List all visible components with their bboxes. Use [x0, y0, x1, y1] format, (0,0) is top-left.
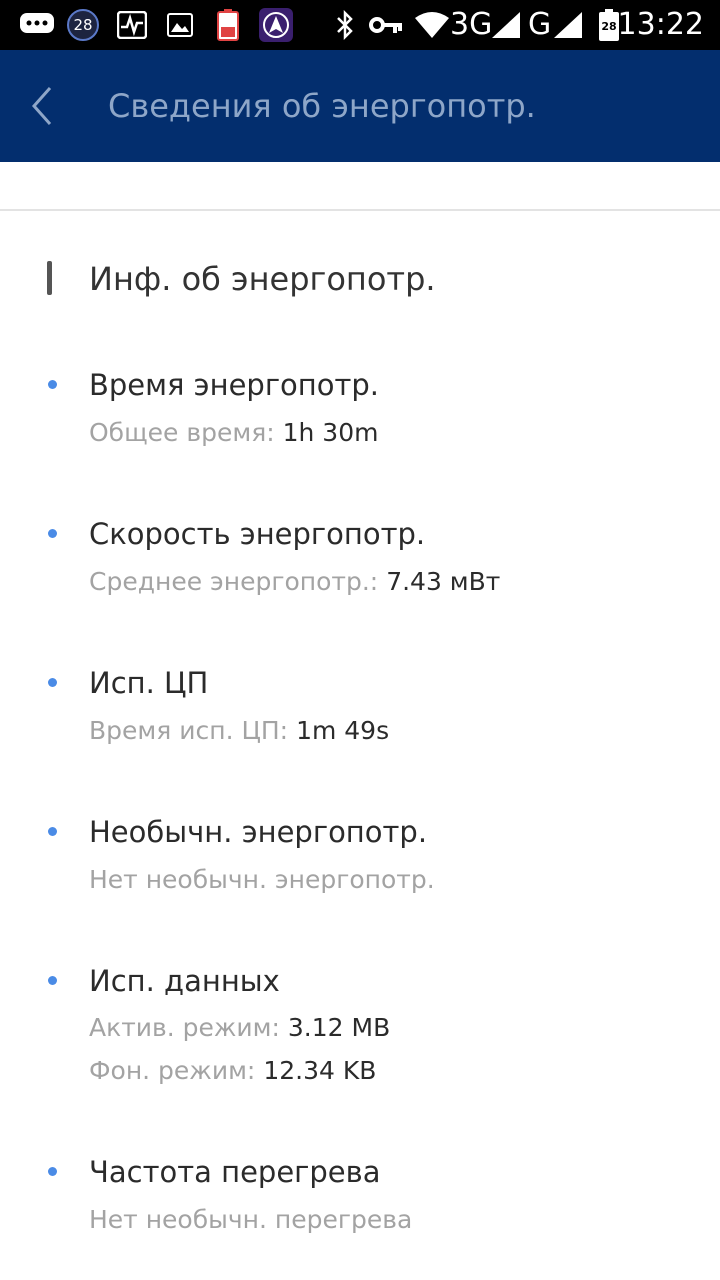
app-a-icon: [258, 8, 294, 42]
bullet-dot: [48, 976, 57, 985]
detail-value: 3.12 MB: [287, 1013, 391, 1042]
detail-label: Нет необычн. энергопотр.: [89, 865, 435, 894]
back-button[interactable]: [14, 78, 70, 134]
list-item-abnormal-power: Необычн. энергопотр. Нет необычн. энерго…: [0, 813, 720, 903]
item-detail: Общее время: 1h 30m: [89, 416, 378, 450]
item-detail: Среднее энергопотр.: 7.43 мВт: [89, 565, 500, 599]
bluetooth-icon: [334, 10, 356, 40]
detail-label: Нет необычн. перегрева: [89, 1205, 413, 1234]
detail-label: Актив. режим:: [89, 1013, 288, 1042]
item-detail: Фон. режим: 12.34 KB: [89, 1054, 376, 1088]
battery-saver-icon: [216, 9, 240, 41]
app-bar: Сведения об энергопотр.: [0, 50, 720, 162]
list-item-power-rate: Скорость энергопотр. Среднее энергопотр.…: [0, 515, 720, 605]
section-title: Инф. об энергопотр.: [89, 260, 436, 298]
detail-value: 7.43 мВт: [386, 567, 501, 596]
item-title: Исп. данных: [89, 964, 280, 998]
detail-value: 12.34 KB: [263, 1056, 377, 1085]
divider: [0, 209, 720, 211]
chat-icon: [18, 10, 56, 40]
list-item-overheat-frequency: Частота перегрева Нет необычн. перегрева: [0, 1153, 720, 1243]
vpn-key-icon: [368, 10, 404, 40]
detail-label: Общее время:: [89, 418, 283, 447]
page-title: Сведения об энергопотр.: [108, 87, 536, 125]
item-title: Время энергопотр.: [89, 368, 380, 402]
item-title: Необычн. энергопотр.: [89, 815, 428, 849]
notification-count: 28: [73, 16, 93, 34]
bullet-dot: [48, 1167, 57, 1176]
detail-label: Среднее энергопотр.:: [89, 567, 387, 596]
activity-monitor-icon: [116, 10, 148, 40]
list-item-power-time: Время энергопотр. Общее время: 1h 30m: [0, 366, 720, 456]
bullet-dot: [48, 678, 57, 687]
list-item-cpu-usage: Исп. ЦП Время исп. ЦП: 1m 49s: [0, 664, 720, 754]
chevron-left-icon: [31, 87, 52, 125]
item-title: Частота перегрева: [89, 1155, 381, 1189]
badge-28-icon: 28: [66, 9, 100, 41]
detail-label: Фон. режим:: [89, 1056, 264, 1085]
bullet-dot: [48, 380, 57, 389]
detail-value: 1h 30m: [282, 418, 379, 447]
gallery-icon: [166, 10, 194, 40]
item-detail: Нет необычн. энергопотр.: [89, 863, 435, 897]
item-title: Исп. ЦП: [89, 666, 209, 700]
wifi-icon: [414, 10, 450, 40]
item-detail: Время исп. ЦП: 1m 49s: [89, 714, 389, 748]
section-accent-bar: [47, 261, 52, 295]
network-g-label: G: [528, 7, 552, 42]
signal-icon: [552, 10, 584, 40]
detail-label: Время исп. ЦП:: [89, 716, 297, 745]
item-title: Скорость энергопотр.: [89, 517, 426, 551]
bullet-dot: [48, 529, 57, 538]
list-item-data-usage: Исп. данных Актив. режим: 3.12 MB Фон. р…: [0, 962, 720, 1092]
bullet-dot: [48, 827, 57, 836]
detail-value: 1m 49s: [296, 716, 390, 745]
network-3g-label: 3G: [450, 7, 493, 42]
signal-icon: [490, 10, 522, 40]
item-detail: Нет необычн. перегрева: [89, 1203, 412, 1237]
status-bar: 28 3G G 28 13:22: [0, 0, 720, 50]
clock: 13:22: [617, 7, 704, 42]
item-detail: Актив. режим: 3.12 MB: [89, 1011, 390, 1045]
